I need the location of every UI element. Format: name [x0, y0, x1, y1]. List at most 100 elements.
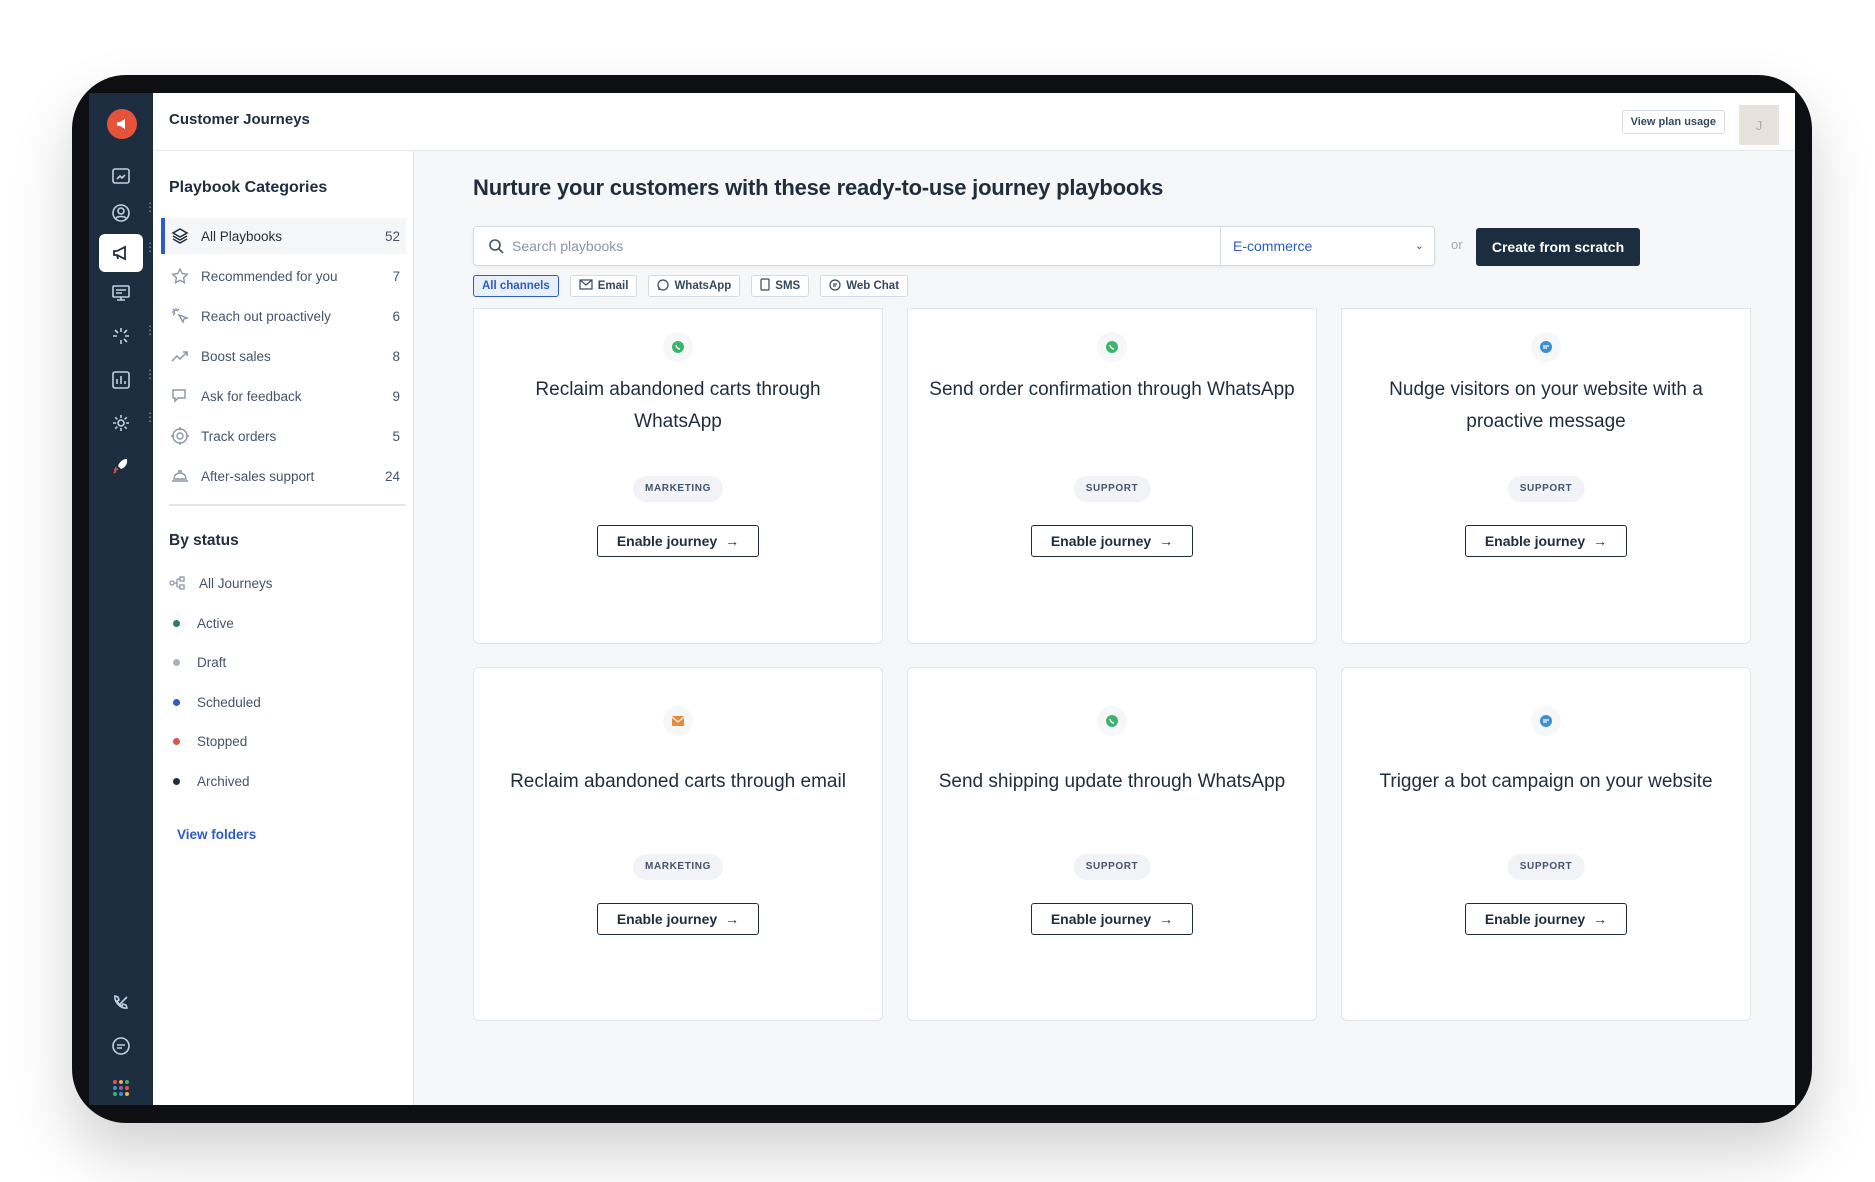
category-count: 5 — [392, 428, 400, 444]
card-title: Send shipping update through WhatsApp — [938, 771, 1286, 792]
whatsapp-icon — [1097, 332, 1127, 362]
status-dot — [173, 619, 180, 627]
category-count: 52 — [384, 228, 400, 244]
enable-journey-button[interactable]: Enable journey → — [1031, 903, 1193, 935]
filter-whatsapp[interactable]: WhatsApp — [648, 275, 741, 297]
category-count: 8 — [392, 348, 400, 364]
category-after-sales[interactable]: After-sales support 24 — [161, 458, 406, 494]
search-input[interactable] — [512, 232, 1212, 260]
status-label: Stopped — [197, 733, 248, 749]
chip-label: SMS — [775, 280, 801, 292]
avatar[interactable]: J — [1739, 105, 1779, 145]
categories-heading: Playbook Categories — [169, 179, 328, 196]
category-tag: SUPPORT — [1507, 476, 1585, 502]
card-title: Reclaim abandoned carts through WhatsApp — [535, 379, 821, 432]
automation-icon[interactable] — [99, 317, 143, 355]
industry-select-value: E-commerce — [1233, 238, 1313, 254]
category-label: Reach out proactively — [201, 308, 331, 324]
chat-bubble-icon[interactable] — [99, 1027, 143, 1065]
enable-journey-button[interactable]: Enable journey → — [1465, 903, 1627, 935]
status-stopped[interactable]: Stopped — [169, 728, 247, 754]
button-label: Enable journey — [1484, 911, 1586, 927]
category-feedback[interactable]: Ask for feedback 9 — [161, 378, 406, 414]
categories-panel: Playbook Categories All Playbooks 52 Rec… — [153, 151, 414, 1105]
category-tag: SUPPORT — [1507, 854, 1585, 880]
arrow-right-icon: → — [1159, 533, 1174, 549]
chip-label: Web Chat — [846, 280, 900, 292]
enable-journey-button[interactable]: Enable journey → — [1465, 525, 1627, 557]
enable-journey-button[interactable]: Enable journey → — [597, 903, 759, 935]
target-icon — [171, 427, 193, 445]
playbook-card[interactable]: Reclaim abandoned carts through email MA… — [473, 667, 883, 1021]
dashboard-icon[interactable] — [99, 157, 143, 195]
card-title: Trigger a bot campaign on your website — [1379, 771, 1713, 792]
search-icon — [488, 238, 504, 259]
button-label: Enable journey — [1484, 533, 1586, 549]
chip-label: All channels — [482, 280, 550, 292]
status-dot — [173, 777, 180, 785]
arrow-right-icon: → — [1593, 911, 1608, 927]
category-reach-out[interactable]: Reach out proactively 6 — [161, 298, 406, 334]
filter-email[interactable]: Email — [569, 275, 638, 297]
view-plan-usage-button[interactable]: View plan usage — [1621, 110, 1725, 134]
status-archived[interactable]: Archived — [169, 768, 250, 794]
category-count: 7 — [392, 268, 400, 284]
playbook-card[interactable]: Nudge visitors on your website with a pr… — [1341, 308, 1751, 644]
status-scheduled[interactable]: Scheduled — [169, 689, 261, 715]
status-all-journeys[interactable]: All Journeys — [169, 570, 273, 596]
filter-web-chat[interactable]: Web Chat — [820, 275, 909, 297]
contacts-icon[interactable] — [99, 194, 143, 232]
industry-select[interactable]: E-commerce ⌄ — [1220, 227, 1436, 265]
playbook-card[interactable]: Send order confirmation through WhatsApp… — [907, 308, 1317, 644]
rocket-icon[interactable] — [99, 447, 143, 485]
email-icon — [579, 279, 593, 293]
reports-icon[interactable] — [99, 361, 143, 399]
button-label: Enable journey — [1050, 533, 1152, 549]
view-folders-link[interactable]: View folders — [177, 827, 256, 842]
filter-all-channels[interactable]: All channels — [473, 275, 559, 297]
category-label: Recommended for you — [201, 268, 338, 284]
category-boost-sales[interactable]: Boost sales 8 — [161, 338, 406, 374]
whatsapp-icon — [657, 278, 670, 294]
settings-icon[interactable] — [99, 404, 143, 442]
arrow-right-icon: → — [725, 533, 740, 549]
filter-sms[interactable]: SMS — [751, 275, 810, 297]
button-label: Enable journey — [1050, 911, 1152, 927]
button-label: Enable journey — [616, 533, 718, 549]
phone-call-icon[interactable] — [99, 984, 143, 1022]
status-dot — [173, 698, 180, 706]
enable-journey-button[interactable]: Enable journey → — [597, 525, 759, 557]
whatsapp-icon — [1097, 706, 1127, 736]
layers-icon — [171, 227, 193, 245]
category-all-playbooks[interactable]: All Playbooks 52 — [161, 218, 406, 254]
panel-divider — [169, 504, 406, 506]
or-separator: or — [1451, 237, 1463, 252]
category-track-orders[interactable]: Track orders 5 — [161, 418, 406, 454]
category-tag: MARKETING — [633, 476, 723, 502]
campaigns-icon[interactable] — [99, 274, 143, 312]
category-count: 24 — [384, 468, 400, 484]
card-title: Nudge visitors on your website with a pr… — [1389, 379, 1703, 432]
playbook-card[interactable]: Trigger a bot campaign on your website S… — [1341, 667, 1751, 1021]
email-icon — [663, 706, 693, 736]
create-from-scratch-button[interactable]: Create from scratch — [1476, 228, 1640, 266]
playbook-card[interactable]: Send shipping update through WhatsApp SU… — [907, 667, 1317, 1021]
category-count: 6 — [392, 308, 400, 324]
journeys-icon[interactable] — [99, 234, 143, 272]
status-active[interactable]: Active — [169, 610, 234, 636]
enable-journey-button[interactable]: Enable journey → — [1031, 525, 1193, 557]
status-label: Scheduled — [197, 694, 261, 710]
nav-rail: ⋮ ⋮ ⋮ ⋮ ⋮ — [89, 93, 156, 1105]
status-heading: By status — [169, 532, 239, 549]
category-tag: SUPPORT — [1073, 854, 1151, 880]
category-recommended[interactable]: Recommended for you 7 — [161, 258, 406, 294]
category-label: Boost sales — [201, 348, 271, 364]
brand-logo-icon[interactable] — [107, 109, 137, 139]
category-count: 9 — [392, 388, 400, 404]
apps-grid-icon[interactable] — [99, 1069, 143, 1105]
playbook-card[interactable]: Reclaim abandoned carts through WhatsApp… — [473, 308, 883, 644]
sparkle-cursor-icon — [171, 307, 193, 325]
status-draft[interactable]: Draft — [169, 649, 226, 675]
arrow-right-icon: → — [1593, 533, 1608, 549]
category-label: All Playbooks — [201, 228, 283, 244]
